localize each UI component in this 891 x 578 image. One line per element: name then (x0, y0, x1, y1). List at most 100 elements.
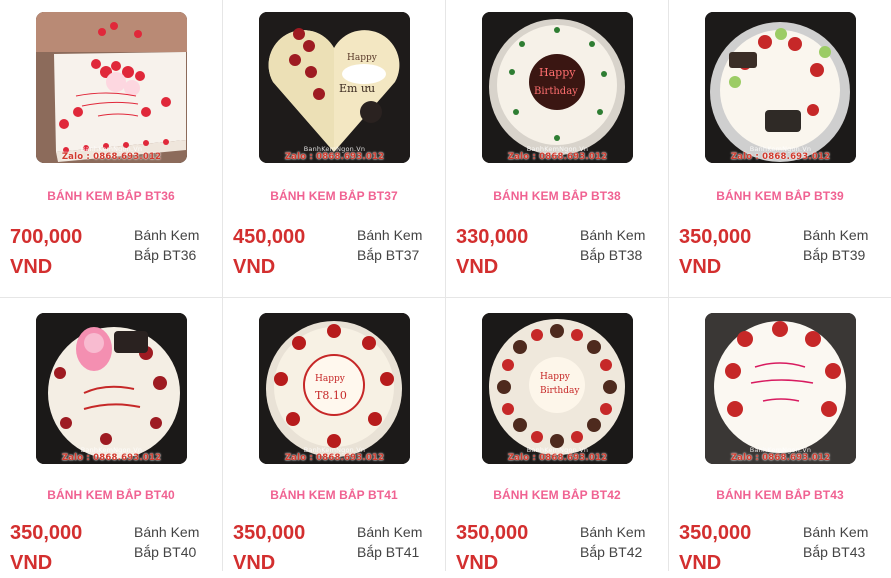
image-alt-text: Bánh Kem Bắp BT36 (134, 225, 199, 265)
price-currency: VND (10, 256, 53, 278)
price-currency: VND (233, 256, 276, 278)
round-cake-chocolate-strawberry-image[interactable]: Happy Birthday BanhKemNgon.Vn Zalo : 0868… (482, 313, 633, 464)
svg-text:Happy: Happy (539, 66, 576, 79)
svg-text:Happy: Happy (540, 372, 571, 382)
alt-line-1: Bánh Kem (357, 227, 423, 243)
svg-text:Em ưu: Em ưu (339, 82, 375, 95)
round-cake-ms-tuong-image[interactable]: BanhKemNgon.Vn Zalo : 0868.693.012 (705, 313, 856, 464)
alt-line-2: Bắp BT37 (357, 247, 420, 263)
heart-cake-strawberry-image[interactable]: Happy Em ưu BanhKemNgon.Vn Zalo : 0868.69… (259, 12, 410, 163)
watermark-site: BanhKemNgon.Vn (749, 446, 812, 454)
product-card[interactable]: Happy Birthday BanhKemNgon.Vn Zalo : 0868… (446, 298, 669, 574)
price-currency: VND (679, 256, 722, 278)
product-price: 350,000 VND (679, 222, 751, 282)
alt-line-2: Bắp BT39 (803, 247, 866, 263)
image-alt-text: Bánh Kem Bắp BT43 (803, 522, 868, 562)
product-card[interactable]: Happy Birthday BanhKemNgon.Vn Zalo : 0868… (446, 0, 669, 298)
product-price: 700,000 VND (10, 222, 82, 282)
alt-line-1: Bánh Kem (580, 227, 646, 243)
svg-text:Happy: Happy (315, 374, 346, 384)
price-amount: 350,000 (456, 522, 529, 544)
watermark-zalo: Zalo : 0868.693.012 (61, 152, 162, 162)
price-currency: VND (456, 552, 499, 574)
image-alt-text: Bánh Kem Bắp BT42 (580, 522, 645, 562)
product-price: 450,000 VND (233, 222, 305, 282)
price-amount: 350,000 (679, 522, 752, 544)
watermark-site: BanhKemNgon.Vn (80, 145, 143, 153)
watermark-zalo: Zalo : 0868.693.012 (730, 453, 831, 463)
round-cake-pig-image[interactable]: BanhKemNgon.Vn Zalo : 0868.693.012 (36, 313, 187, 464)
alt-line-1: Bánh Kem (357, 524, 423, 540)
svg-text:Birthday: Birthday (534, 86, 578, 97)
product-price: 330,000 VND (456, 222, 528, 282)
alt-line-2: Bắp BT42 (580, 544, 643, 560)
product-card[interactable]: BanhKemNgon.Vn Zalo : 0868.693.012 BÁNH K… (669, 0, 891, 298)
square-cake-hearts-image[interactable]: BanhKemNgon.Vn Zalo : 0868.693.012 (36, 12, 187, 163)
product-card[interactable]: BanhKemNgon.Vn Zalo : 0868.693.012 BÁNH K… (0, 0, 223, 298)
price-amount: 350,000 (10, 522, 83, 544)
watermark-site: BanhKemNgon.Vn (80, 446, 143, 454)
price-currency: VND (233, 552, 276, 574)
round-cake-happy-birthday-image[interactable]: Happy Birthday BanhKemNgon.Vn Zalo : 0868… (482, 12, 633, 163)
image-alt-text: Bánh Kem Bắp BT37 (357, 225, 422, 265)
alt-line-2: Bắp BT43 (803, 544, 866, 560)
product-card[interactable]: BanhKemNgon.Vn Zalo : 0868.693.012 BÁNH K… (669, 298, 891, 574)
watermark-site: BanhKemNgon.Vn (303, 446, 366, 454)
price-amount: 350,000 (233, 522, 306, 544)
price-amount: 700,000 (10, 226, 83, 248)
product-price: 350,000 VND (456, 518, 528, 578)
alt-line-1: Bánh Kem (134, 524, 200, 540)
image-alt-text: Bánh Kem Bắp BT41 (357, 522, 422, 562)
watermark-zalo: Zalo : 0868.693.012 (730, 152, 831, 162)
svg-text:Happy: Happy (347, 53, 378, 63)
image-watermark: BanhKemNgon.Vn Zalo : 0868.693.012 (482, 446, 633, 463)
price-amount: 350,000 (679, 226, 752, 248)
image-watermark: BanhKemNgon.Vn Zalo : 0868.693.012 (259, 446, 410, 463)
round-cake-strawberry-image[interactable]: Happy T8.10 BanhKemNgon.Vn Zalo : 0868.69… (259, 313, 410, 464)
alt-line-2: Bắp BT38 (580, 247, 643, 263)
product-name[interactable]: BÁNH KEM BẮP BT38 (446, 189, 668, 203)
price-amount: 450,000 (233, 226, 306, 248)
alt-line-1: Bánh Kem (803, 524, 869, 540)
price-currency: VND (10, 552, 53, 574)
watermark-zalo: Zalo : 0868.693.012 (284, 453, 385, 463)
product-name[interactable]: BÁNH KEM BẮP BT43 (669, 488, 891, 502)
watermark-site: BanhKemNgon.Vn (526, 145, 589, 153)
product-price: 350,000 VND (679, 518, 751, 578)
product-name[interactable]: BÁNH KEM BẮP BT37 (223, 189, 445, 203)
round-cake-fruit-image[interactable]: BanhKemNgon.Vn Zalo : 0868.693.012 (705, 12, 856, 163)
alt-line-2: Bắp BT36 (134, 247, 197, 263)
price-amount: 330,000 (456, 226, 529, 248)
product-name[interactable]: BÁNH KEM BẮP BT39 (669, 189, 891, 203)
product-price: 350,000 VND (233, 518, 305, 578)
product-grid: BanhKemNgon.Vn Zalo : 0868.693.012 BÁNH K… (0, 0, 891, 574)
product-name[interactable]: BÁNH KEM BẮP BT42 (446, 488, 668, 502)
watermark-zalo: Zalo : 0868.693.012 (284, 152, 385, 162)
image-alt-text: Bánh Kem Bắp BT39 (803, 225, 868, 265)
product-name[interactable]: BÁNH KEM BẮP BT40 (0, 488, 222, 502)
alt-line-1: Bánh Kem (580, 524, 646, 540)
product-name[interactable]: BÁNH KEM BẮP BT36 (0, 189, 222, 203)
image-watermark: BanhKemNgon.Vn Zalo : 0868.693.012 (36, 145, 187, 162)
alt-line-1: Bánh Kem (803, 227, 869, 243)
product-name[interactable]: BÁNH KEM BẮP BT41 (223, 488, 445, 502)
alt-line-2: Bắp BT40 (134, 544, 197, 560)
watermark-site: BanhKemNgon.Vn (749, 145, 812, 153)
price-currency: VND (679, 552, 722, 574)
svg-text:T8.10: T8.10 (315, 389, 347, 402)
image-alt-text: Bánh Kem Bắp BT38 (580, 225, 645, 265)
product-card[interactable]: BanhKemNgon.Vn Zalo : 0868.693.012 BÁNH K… (0, 298, 223, 574)
image-watermark: BanhKemNgon.Vn Zalo : 0868.693.012 (705, 446, 856, 463)
image-watermark: BanhKemNgon.Vn Zalo : 0868.693.012 (482, 145, 633, 162)
image-watermark: BanhKemNgon.Vn Zalo : 0868.693.012 (259, 145, 410, 162)
price-currency: VND (456, 256, 499, 278)
product-card[interactable]: Happy Em ưu BanhKemNgon.Vn Zalo : 0868.69… (223, 0, 446, 298)
svg-text:Birthday: Birthday (540, 386, 580, 396)
image-watermark: BanhKemNgon.Vn Zalo : 0868.693.012 (36, 446, 187, 463)
watermark-site: BanhKemNgon.Vn (303, 145, 366, 153)
image-alt-text: Bánh Kem Bắp BT40 (134, 522, 199, 562)
watermark-site: BanhKemNgon.Vn (526, 446, 589, 454)
alt-line-2: Bắp BT41 (357, 544, 420, 560)
product-card[interactable]: Happy T8.10 BanhKemNgon.Vn Zalo : 0868.69… (223, 298, 446, 574)
image-watermark: BanhKemNgon.Vn Zalo : 0868.693.012 (705, 145, 856, 162)
